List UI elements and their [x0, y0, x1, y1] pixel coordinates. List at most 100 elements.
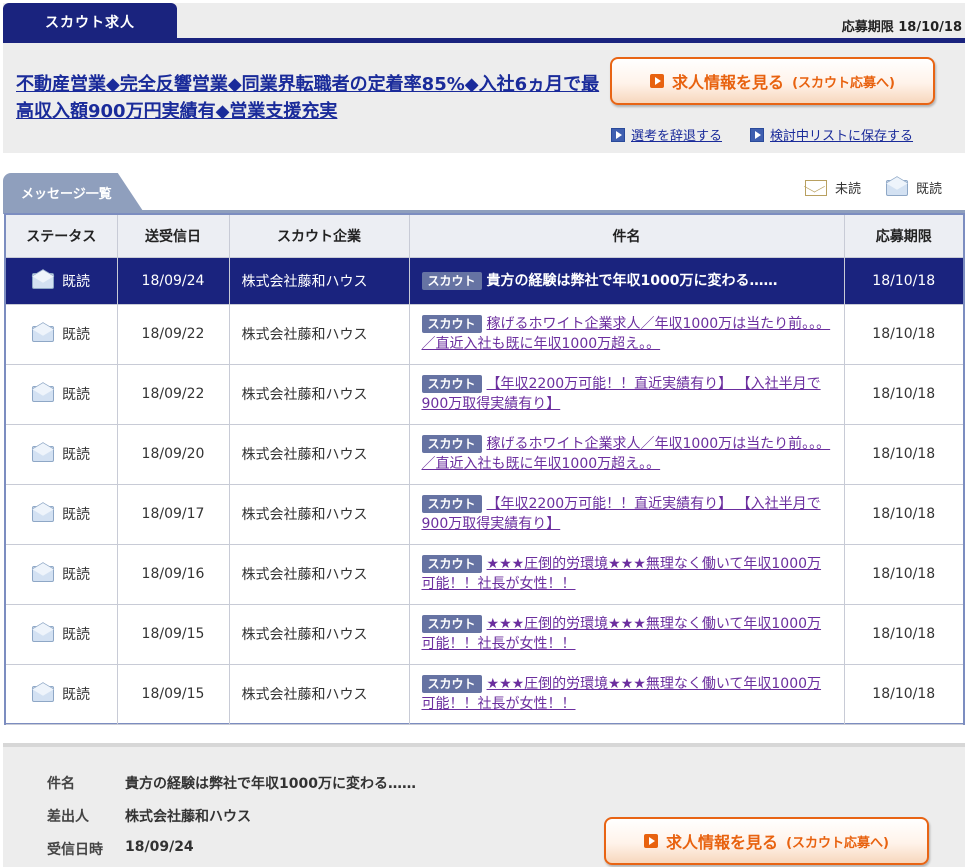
company-cell: 株式会社藤和ハウス: [229, 257, 410, 305]
decline-selection-label: 選考を辞退する: [631, 129, 723, 144]
view-job-button-label: 求人情報を見る: [672, 73, 785, 92]
date-cell: 18/09/22: [117, 364, 230, 425]
detail-subject-label: 件名: [47, 776, 75, 792]
company-cell: 株式会社藤和ハウス: [229, 544, 410, 605]
subject-cell: スカウト ★★★圧倒的労環境★★★無理なく働いて年収1000万可能！！社長が女性！…: [409, 544, 845, 605]
application-deadline: 応募期限 18/10/18: [841, 20, 962, 35]
job-title-link[interactable]: 不動産営業◆完全反響営業◆同業界転職者の定着率85%◆入社6ヵ月で最高収入額90…: [16, 71, 606, 125]
deadline-cell: 18/10/18: [844, 257, 963, 305]
date-cell: 18/09/17: [117, 484, 230, 545]
date-cell: 18/09/15: [117, 664, 230, 725]
detail-subject-value: 貴方の経験は弊社で年収1000万に変わる……: [125, 776, 416, 792]
status-cell: 既読: [6, 364, 118, 425]
legend-read: 既読: [886, 178, 942, 197]
read-envelope-icon: [886, 179, 908, 196]
date-cell: 18/09/24: [117, 257, 230, 305]
detail-received-value: 18/09/24: [125, 839, 194, 855]
deadline-cell: 18/10/18: [844, 304, 963, 365]
message-list-tab: メッセージ一覧: [3, 173, 143, 211]
message-detail-panel: 件名 貴方の経験は弊社で年収1000万に変わる…… 差出人 株式会社藤和ハウス …: [3, 743, 965, 867]
status-cell: 既読: [6, 484, 118, 545]
scout-badge: スカウト: [421, 615, 482, 633]
column-header-subject: 件名: [409, 215, 845, 258]
status-label: 既読: [62, 507, 90, 523]
view-job-button-label: 求人情報を見る: [666, 833, 779, 852]
company-cell: 株式会社藤和ハウス: [229, 484, 410, 545]
message-table: ステータス 送受信日 スカウト企業 件名 応募期限 既読 18/09/24 株式…: [6, 215, 963, 725]
detail-sender-label: 差出人: [47, 809, 89, 825]
status-cell: 既読: [6, 604, 118, 665]
deadline-cell: 18/10/18: [844, 604, 963, 665]
read-envelope-icon: [32, 326, 54, 342]
deadline-cell: 18/10/18: [844, 424, 963, 485]
subject-cell: スカウト ★★★圧倒的労環境★★★無理なく働いて年収1000万可能！！社長が女性！…: [409, 664, 845, 725]
table-row[interactable]: 既読 18/09/22 株式会社藤和ハウス スカウト 稼げるホワイト企業求人／年収…: [6, 304, 963, 365]
table-row-selected[interactable]: 既読 18/09/24 株式会社藤和ハウス スカウト 貴方の経験は弊社で年収100…: [6, 257, 963, 305]
status-label: 既読: [62, 387, 90, 403]
arrow-square-icon: [611, 127, 625, 142]
column-header-deadline: 応募期限: [844, 215, 963, 258]
save-to-list-label: 検討中リストに保存する: [770, 129, 914, 144]
column-header-company: スカウト企業: [229, 215, 410, 258]
date-cell: 18/09/16: [117, 544, 230, 605]
subject-link[interactable]: 稼げるホワイト企業求人／年収1000万は当たり前。。。／直近入社も既に年収100…: [422, 316, 831, 352]
company-cell: 株式会社藤和ハウス: [229, 364, 410, 425]
status-cell: 既読: [6, 544, 118, 605]
legend-read-label: 既読: [916, 182, 943, 197]
page: スカウト求人 応募期限 18/10/18 不動産営業◆完全反響営業◆同業界転職者…: [0, 0, 969, 867]
status-label: 既読: [62, 327, 90, 343]
arrow-square-icon: [750, 127, 764, 142]
scout-badge: スカウト: [421, 375, 482, 393]
scout-tab-rule: [3, 38, 965, 43]
table-row[interactable]: 既読 18/09/15 株式会社藤和ハウス スカウト ★★★圧倒的労環境★★★無理…: [6, 604, 963, 665]
read-envelope-icon: [32, 626, 54, 642]
scout-badge: スカウト: [421, 271, 482, 290]
message-table-frame: ステータス 送受信日 スカウト企業 件名 応募期限 既読 18/09/24 株式…: [4, 213, 965, 725]
detail-received-label: 受信日時: [47, 842, 103, 858]
read-envelope-icon: [32, 272, 54, 289]
view-job-button-bottom[interactable]: 求人情報を見る (スカウト応募へ): [604, 817, 929, 865]
deadline-cell: 18/10/18: [844, 484, 963, 545]
company-cell: 株式会社藤和ハウス: [229, 304, 410, 365]
unread-envelope-icon: [805, 179, 827, 196]
play-icon: [644, 834, 659, 848]
scout-badge: スカウト: [421, 495, 482, 513]
table-row[interactable]: 既読 18/09/16 株式会社藤和ハウス スカウト ★★★圧倒的労環境★★★無理…: [6, 544, 963, 605]
deadline-cell: 18/10/18: [844, 544, 963, 605]
subject-link[interactable]: 貴方の経験は弊社で年収1000万に変わる……: [487, 273, 778, 289]
company-cell: 株式会社藤和ハウス: [229, 424, 410, 485]
subject-cell: スカウト 【年収2200万可能！！直近実績有り】 【入社半月で900万取得実績有り…: [409, 364, 845, 425]
scout-job-panel: スカウト求人 応募期限 18/10/18 不動産営業◆完全反響営業◆同業界転職者…: [3, 3, 965, 153]
scout-badge: スカウト: [421, 675, 482, 693]
view-job-button-sub: (スカウト応募へ): [792, 75, 895, 91]
deadline-cell: 18/10/18: [844, 664, 963, 725]
table-row[interactable]: 既読 18/09/22 株式会社藤和ハウス スカウト 【年収2200万可能！！直近…: [6, 364, 963, 425]
subject-link[interactable]: 稼げるホワイト企業求人／年収1000万は当たり前。。。／直近入社も既に年収100…: [422, 436, 831, 472]
scout-tab: スカウト求人: [3, 3, 177, 40]
company-cell: 株式会社藤和ハウス: [229, 664, 410, 725]
subject-cell: スカウト 貴方の経験は弊社で年収1000万に変わる……: [409, 257, 845, 305]
column-header-status: ステータス: [6, 215, 118, 258]
table-header-row: ステータス 送受信日 スカウト企業 件名 応募期限: [6, 215, 963, 258]
play-icon: [650, 74, 665, 88]
view-job-button[interactable]: 求人情報を見る (スカウト応募へ): [610, 57, 935, 105]
save-to-list-link[interactable]: 検討中リストに保存する: [750, 125, 913, 144]
detail-received-row: 受信日時 18/09/24: [47, 839, 194, 859]
table-row[interactable]: 既読 18/09/15 株式会社藤和ハウス スカウト ★★★圧倒的労環境★★★無理…: [6, 664, 963, 725]
status-label: 既読: [62, 567, 90, 583]
status-label: 既読: [62, 273, 90, 290]
status-cell: 既読: [6, 304, 118, 365]
subject-cell: スカウト 稼げるホワイト企業求人／年収1000万は当たり前。。。／直近入社も既に年…: [409, 304, 845, 365]
table-row[interactable]: 既読 18/09/17 株式会社藤和ハウス スカウト 【年収2200万可能！！直近…: [6, 484, 963, 545]
decline-selection-link[interactable]: 選考を辞退する: [611, 125, 722, 144]
subject-cell: スカウト ★★★圧倒的労環境★★★無理なく働いて年収1000万可能！！社長が女性！…: [409, 604, 845, 665]
deadline-cell: 18/10/18: [844, 364, 963, 425]
date-cell: 18/09/15: [117, 604, 230, 665]
table-row[interactable]: 既読 18/09/20 株式会社藤和ハウス スカウト 稼げるホワイト企業求人／年収…: [6, 424, 963, 485]
status-cell: 既読: [6, 257, 118, 305]
status-label: 既読: [62, 447, 90, 463]
subject-cell: スカウト 【年収2200万可能！！直近実績有り】 【入社半月で900万取得実績有り…: [409, 484, 845, 545]
read-envelope-icon: [32, 506, 54, 522]
read-envelope-icon: [32, 446, 54, 462]
read-envelope-icon: [32, 686, 54, 702]
